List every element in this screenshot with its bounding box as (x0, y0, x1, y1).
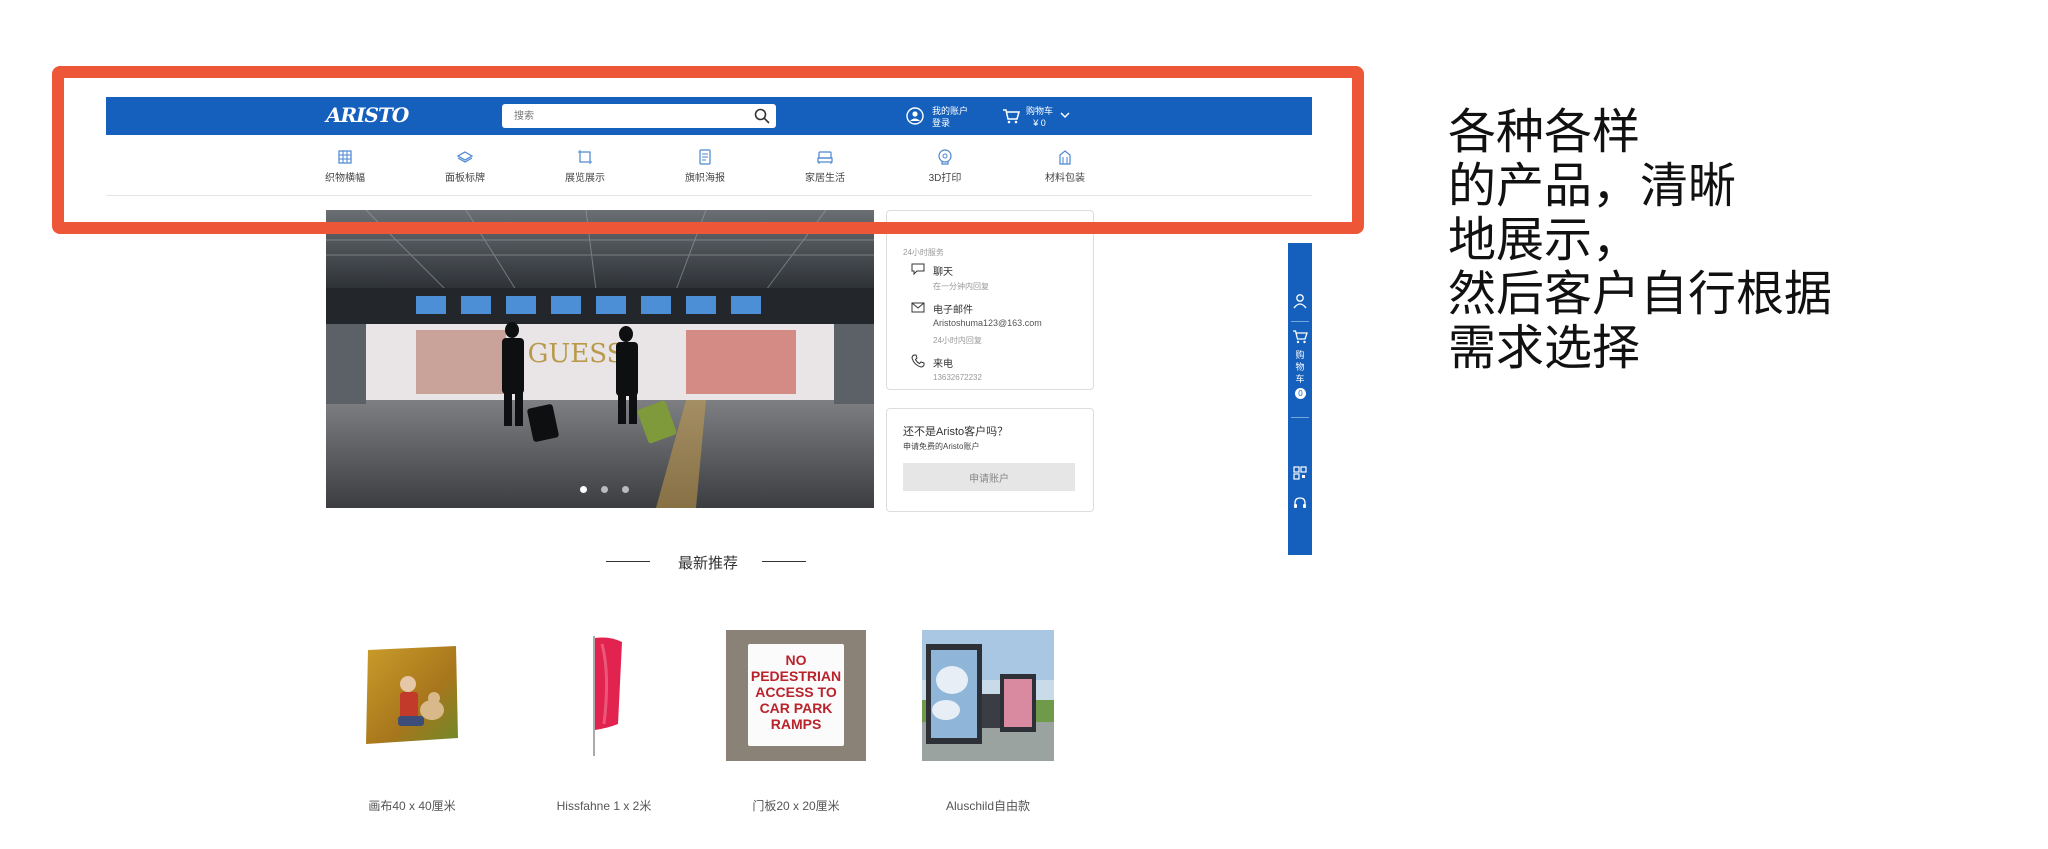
headset-icon[interactable] (1292, 495, 1308, 511)
sidebar-cart-label-3[interactable]: 车 (1288, 373, 1312, 385)
product-image-canvas[interactable] (364, 644, 460, 748)
phone-number[interactable]: 13632672232 (933, 373, 982, 382)
sidebar-cart-label-1[interactable]: 购 (1288, 349, 1312, 361)
banner-dot-3[interactable] (622, 486, 629, 493)
sign-line: NO (785, 652, 807, 668)
sign-line: CAR PARK (759, 700, 833, 716)
note-line: 然后客户自行根据 (1448, 266, 1833, 322)
section-divider-right (762, 561, 806, 562)
signup-question: 还不是Aristo客户吗？ (903, 426, 1009, 438)
note-line: 地展示， (1448, 212, 1641, 268)
sidebar-divider (1291, 417, 1309, 418)
chat-note: 在一分钟内回复 (933, 282, 989, 291)
product-name[interactable]: Hissfahne 1 x 2米 (514, 797, 694, 814)
email-label: 电子邮件 (933, 305, 973, 316)
product-image-flag[interactable] (588, 634, 628, 758)
product-image-sign[interactable]: NO PEDESTRIAN ACCESS TO CAR PARK RAMPS (726, 630, 866, 761)
cart-count-badge: 0 (1295, 388, 1306, 399)
email-address[interactable]: Aristoshuma123@163.com (933, 318, 1042, 328)
chat-link[interactable]: 聊天 (933, 263, 953, 278)
product-name[interactable]: 画布40 x 40厘米 (322, 797, 502, 814)
side-note: 各种各样 的产品，清晰 地展示， 然后客户自行根据 需求选择 (1448, 105, 2008, 375)
email-icon (911, 302, 925, 313)
banner-dot-1[interactable] (580, 486, 587, 493)
product-name[interactable]: Aluschild自由款 (898, 797, 1078, 814)
contact-card: 24小时服务 聊天 在一分钟内回复 电子邮件 Aristoshuma123@16… (886, 210, 1094, 390)
banner-image: GUESS (326, 210, 874, 508)
highlight-frame (52, 66, 1364, 234)
banner-pagination (580, 480, 643, 498)
note-line: 的产品，清晰 (1448, 158, 1737, 214)
hero-banner[interactable]: GUESS (326, 210, 874, 508)
sign-line: RAMPS (770, 716, 822, 732)
sign-line: ACCESS TO (755, 684, 837, 700)
floating-sidebar: 购 物 车 0 (1288, 243, 1312, 555)
sign-line: PEDESTRIAN (750, 668, 842, 684)
sidebar-divider (1291, 321, 1309, 322)
signup-card: 还不是Aristo客户吗？ 申请免费的Aristo账户 申请账户 (886, 408, 1094, 512)
note-line: 各种各样 (1448, 104, 1641, 160)
service-hours: 24小时服务 (903, 248, 944, 257)
section-divider-left (606, 561, 650, 562)
phone-icon (911, 354, 925, 368)
section-title: 最新推荐 (677, 555, 738, 572)
sidebar-cart-label-2[interactable]: 物 (1288, 361, 1312, 373)
sign-panel: NO PEDESTRIAN ACCESS TO CAR PARK RAMPS (748, 644, 844, 746)
email-note: 24小时内回复 (933, 336, 982, 345)
chat-icon (911, 263, 925, 275)
apply-account-button[interactable]: 申请账户 (903, 463, 1075, 491)
cart-icon[interactable] (1292, 329, 1308, 345)
user-icon[interactable] (1292, 293, 1308, 309)
banner-dot-2[interactable] (601, 486, 608, 493)
product-name[interactable]: 门板20 x 20厘米 (706, 797, 886, 814)
qr-code-icon[interactable] (1292, 465, 1308, 481)
svg-text:GUESS: GUESS (528, 339, 625, 369)
phone-label: 来电 (933, 359, 953, 370)
signup-subtitle: 申请免费的Aristo账户 (903, 442, 980, 451)
note-line: 需求选择 (1448, 320, 1641, 376)
product-image-aluschild[interactable] (922, 630, 1054, 761)
